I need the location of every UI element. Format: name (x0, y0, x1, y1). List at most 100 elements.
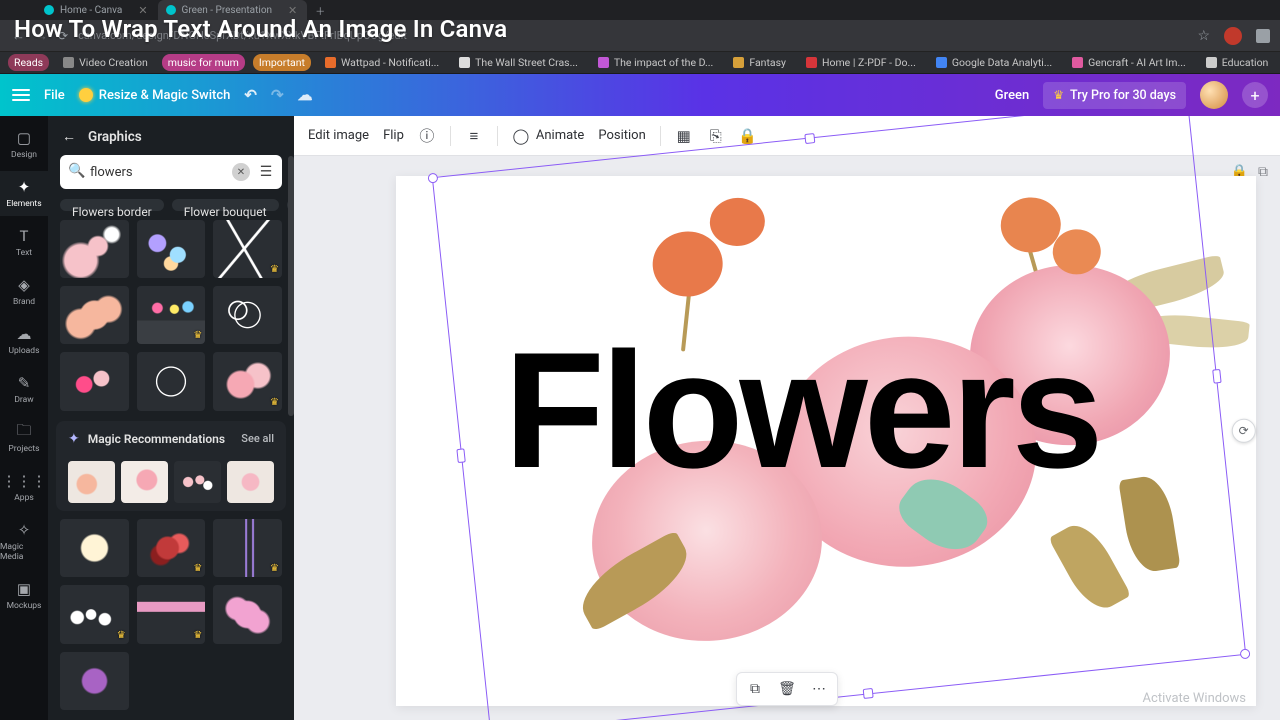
rail-item-magic-media[interactable]: ✧Magic Media (0, 514, 48, 569)
rail-item-elements[interactable]: ✦Elements (0, 171, 48, 216)
graphic-thumbnail[interactable]: ♛ (213, 519, 282, 577)
bookmark-item[interactable]: Gencraft - AI Art Im... (1066, 54, 1192, 71)
panel-back-button[interactable]: ← (62, 128, 76, 145)
bookmark-item[interactable]: Wattpad - Notificati... (319, 54, 445, 71)
magic-rec-thumbnail[interactable] (68, 461, 115, 503)
document-name[interactable]: Green (995, 88, 1030, 103)
rail-item-design[interactable]: ▢Design (0, 122, 48, 167)
bookmark-item[interactable]: Google Data Analyti... (930, 54, 1058, 71)
bookmark-item[interactable]: Important (253, 54, 311, 71)
bookmark-item[interactable]: Reads (8, 54, 49, 71)
lock-icon[interactable]: 🔒 (739, 127, 757, 145)
bookmark-favicon (1206, 57, 1217, 68)
bookmark-favicon (63, 57, 74, 68)
graphic-thumbnail[interactable] (60, 220, 129, 278)
graphic-thumbnail[interactable] (213, 585, 282, 643)
bookmark-item[interactable]: Fantasy (727, 54, 792, 71)
clear-search-button[interactable]: ✕ (232, 163, 250, 181)
graphic-thumbnail[interactable] (137, 352, 206, 410)
rail-item-brand[interactable]: ◈Brand (0, 269, 48, 314)
flip-button[interactable]: Flip (383, 128, 404, 143)
bookmark-item[interactable]: music for mum (162, 54, 245, 71)
list-icon[interactable]: ≡ (465, 127, 483, 145)
graphic-thumbnail[interactable]: ♛ (137, 286, 206, 344)
graphic-thumbnail[interactable] (60, 286, 129, 344)
magic-rec-thumbnail[interactable] (227, 461, 274, 503)
rail-icon: ✎ (15, 374, 33, 392)
bookmark-item[interactable]: Home | Z-PDF - Do... (800, 54, 922, 71)
undo-button[interactable]: ↶ (244, 86, 257, 104)
rail-item-projects[interactable]: 🗀Projects (0, 416, 48, 461)
rail-item-text[interactable]: TText (0, 220, 48, 265)
tab-title: Green - Presentation (182, 5, 273, 16)
tab-favicon (44, 5, 54, 15)
bookmark-label: Gencraft - AI Art Im... (1088, 56, 1186, 69)
more-icon[interactable]: ⋯ (807, 677, 831, 701)
search-icon: 🔍 (68, 163, 85, 179)
magic-rec-thumbnail[interactable] (174, 461, 221, 503)
animate-button[interactable]: ◯ Animate (512, 127, 584, 145)
hamburger-menu-icon[interactable] (12, 89, 30, 101)
file-menu[interactable]: File (44, 88, 65, 103)
bookmark-label: The impact of the D... (614, 56, 713, 69)
resize-magic-switch-button[interactable]: Resize & Magic Switch (79, 88, 231, 103)
bookmark-label: Video Creation (79, 56, 148, 69)
graphic-thumbnail[interactable] (60, 652, 129, 710)
cloud-sync-icon[interactable]: ☁ (298, 86, 313, 104)
try-pro-button[interactable]: ♛ Try Pro for 30 days (1043, 82, 1186, 109)
rail-icon: ▢ (15, 129, 33, 147)
canvas-text-element[interactable]: Flowers (504, 316, 1100, 505)
duplicate-icon[interactable]: ⧉ (743, 677, 767, 701)
rail-item-draw[interactable]: ✎Draw (0, 367, 48, 412)
bookmark-favicon (1072, 57, 1083, 68)
magic-rec-thumbnail[interactable] (121, 461, 168, 503)
bookmark-item[interactable]: Video Creation (57, 54, 154, 71)
magic-thumbs (68, 455, 274, 503)
left-rail: ▢Design✦ElementsTText◈Brand☁Uploads✎Draw… (0, 116, 48, 720)
sparkle-icon (79, 88, 93, 102)
rail-item-mockups[interactable]: ▣Mockups (0, 573, 48, 618)
graphic-thumbnail[interactable]: ♛ (60, 585, 129, 643)
transparency-icon[interactable]: ▦ (675, 127, 693, 145)
graphic-thumbnail[interactable]: ♛ (137, 585, 206, 643)
windows-watermark: Activate Windows (1143, 691, 1246, 706)
bookmark-item[interactable]: Education (1200, 54, 1275, 71)
canvas-area[interactable]: Edit image Flip ⓘ ≡ ◯ Animate Position ▦… (294, 116, 1280, 720)
rail-label: Elements (6, 199, 41, 209)
graphic-thumbnail[interactable] (60, 352, 129, 410)
rail-item-apps[interactable]: ⋮⋮⋮Apps (0, 465, 48, 510)
graphics-grid-2: ♛♛♛♛ (48, 519, 294, 720)
page-duplicate-icon[interactable]: ⧉ (1258, 164, 1268, 180)
graphic-thumbnail[interactable] (137, 220, 206, 278)
bookmark-star-icon[interactable]: ☆ (1197, 28, 1210, 44)
graphic-thumbnail[interactable]: ♛ (213, 352, 282, 410)
search-chip[interactable]: Flower bouquet (172, 199, 279, 211)
search-filters-icon[interactable]: ☰ (256, 162, 276, 182)
magic-see-all-link[interactable]: See all (241, 432, 274, 445)
bookmark-label: Home | Z-PDF - Do... (822, 56, 916, 69)
redo-button[interactable]: ↷ (271, 86, 284, 104)
search-chip[interactable]: Flowers border (60, 199, 164, 211)
graphic-thumbnail[interactable]: ♛ (213, 220, 282, 278)
elements-panel: ← Graphics 🔍 ✕ ☰ Flowers borderFlower bo… (48, 116, 294, 720)
graphic-thumbnail[interactable]: ♛ (137, 519, 206, 577)
bookmark-favicon (459, 57, 470, 68)
extensions-icon[interactable] (1256, 29, 1270, 43)
graphic-thumbnail[interactable] (60, 519, 129, 577)
delete-icon[interactable]: 🗑 (775, 677, 799, 701)
user-avatar[interactable] (1200, 81, 1228, 109)
position-button[interactable]: Position (598, 128, 645, 143)
edit-image-button[interactable]: Edit image (308, 128, 369, 143)
extension-badge-icon[interactable] (1224, 27, 1242, 45)
graphic-thumbnail[interactable] (213, 286, 282, 344)
copy-style-icon[interactable]: ⎘ (707, 127, 725, 145)
rail-label: Mockups (7, 601, 42, 611)
share-add-button[interactable]: + (1242, 82, 1268, 108)
bookmark-item[interactable]: The impact of the D... (592, 54, 719, 71)
bookmark-item[interactable]: The Wall Street Cras... (453, 54, 584, 71)
bookmark-label: Important (259, 56, 305, 69)
bookmarks-bar: Reads Video Creation music for mum Importan… (0, 52, 1280, 74)
rail-item-uploads[interactable]: ☁Uploads (0, 318, 48, 363)
info-icon[interactable]: ⓘ (418, 127, 436, 145)
rail-icon: ◈ (15, 276, 33, 294)
